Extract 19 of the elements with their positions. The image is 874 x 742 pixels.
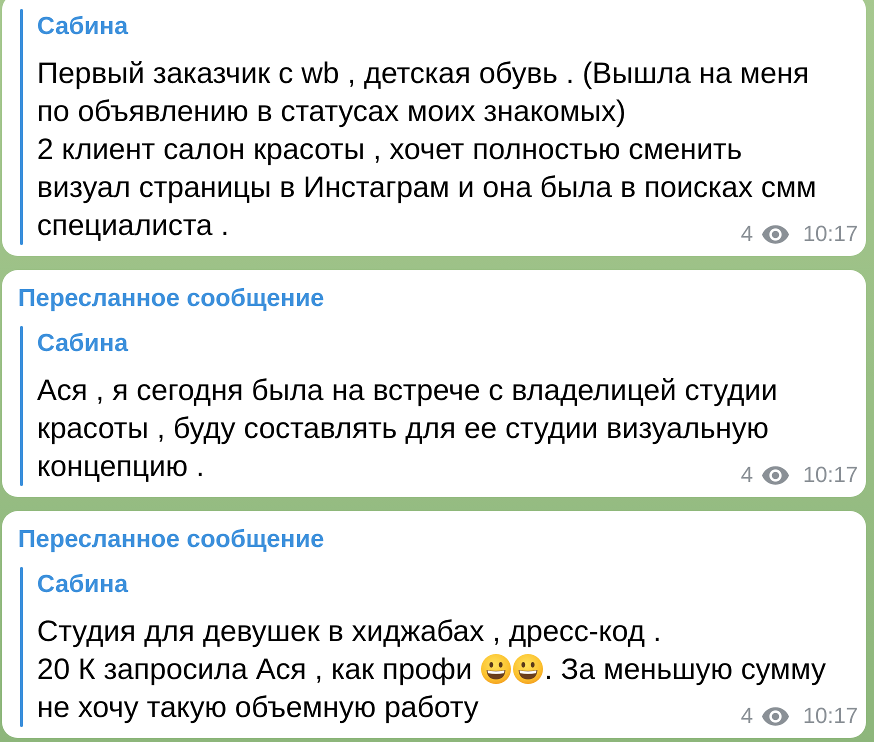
- eye-icon: [762, 466, 789, 484]
- forwarded-label[interactable]: Пересланное сообщение: [18, 526, 324, 554]
- message-text: Студия для девушек в хиджабах , дресс-код . 20 К запросила Ася , как профи . За меньшую сумму не хочу такую объемную работу 4 10:17: [37, 614, 858, 727]
- sender-name[interactable]: Сабина: [37, 13, 128, 41]
- sender-name[interactable]: Сабина: [37, 571, 128, 599]
- message-time: 10:17: [802, 703, 858, 729]
- grinning-face-icon: [513, 654, 544, 684]
- message-time: 10:17: [802, 221, 858, 247]
- sender-name[interactable]: Сабина: [37, 330, 128, 358]
- forwarded-label[interactable]: Пересланное сообщение: [18, 285, 324, 313]
- message-text: Ася , я сегодня была на встрече с владелицей студии красоты , буду составлять для ее студии визуальную концепцию . 4 10:17: [37, 373, 858, 486]
- message-text: Первый заказчик с wb , детская обувь . (Вышла на меня по объявлению в статусах моих знакомых) 2 клиент салон красоты , хочет полностью сменить визуал страницы в Инстаграм и она была в поисках смм специалиста . 4 10:17: [37, 56, 858, 245]
- view-count: 4: [740, 221, 753, 247]
- message-time: 10:17: [802, 462, 858, 488]
- view-count: 4: [740, 462, 753, 488]
- eye-icon: [762, 224, 789, 244]
- eye-icon: [762, 706, 789, 726]
- view-count: 4: [740, 703, 753, 729]
- grinning-face-icon: [481, 654, 512, 684]
